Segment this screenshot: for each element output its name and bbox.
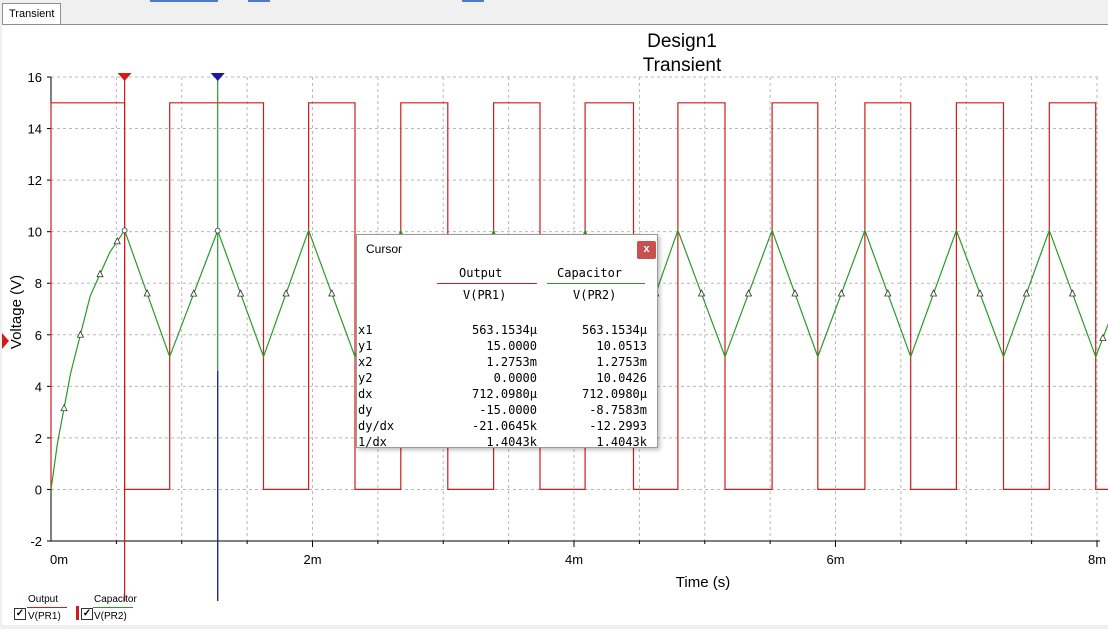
x-axis-label: Time (s) [676,574,730,591]
cursor-value-output: 0.0000 [493,371,537,385]
y-axis-label: Voltage (V) [8,275,25,349]
legend-checkbox-capacitor[interactable]: ✓ [81,608,93,620]
cursor-table: Output Capacitor V(PR1) V(PR2) x1 563.153… [357,235,657,449]
cursor-value-output: 15.0000 [486,339,537,353]
checkmark-icon: ✓ [82,608,92,619]
y-tick-label: 10 [28,225,42,240]
x-tick-label: 6m [826,552,844,567]
data-point-marker [282,289,290,297]
cursor-value-capacitor: -12.2993 [589,419,647,433]
tab-transient[interactable]: Transient [2,3,62,24]
cursor-row-label: x2 [358,355,373,369]
cursor-row-label: dy/dx [358,419,395,433]
cursor-value-output: -21.0645k [471,419,537,433]
data-point-marker [697,289,706,297]
data-point-marker [1068,289,1077,297]
column-header-capacitor: Capacitor [557,266,623,280]
y-tick-label: 14 [28,122,42,137]
cursor-value-capacitor: 1.4043k [596,435,647,449]
output-color-line [437,283,537,284]
legend-name-output: Output [28,594,59,605]
data-point-marker [236,289,245,297]
x-tick-label: 0m [50,552,68,567]
y-tick-label: 6 [35,328,42,343]
data-point-marker [1022,289,1031,297]
column-probe-output: V(PR1) [463,288,507,302]
chart-subtitle: Transient [643,55,722,76]
legend-name-capacitor: Capacitor [94,594,137,605]
data-point-marker [60,403,68,412]
data-point-marker [143,289,151,297]
cursor-point-marker [214,227,221,234]
cursor-value-capacitor: 10.0426 [596,371,647,385]
column-probe-capacitor: V(PR2) [573,288,617,302]
cursor-layer [117,73,225,601]
data-point-marker [884,289,892,297]
data-point-marker [837,289,846,297]
cursor-value-capacitor: 712.0980µ [581,387,647,401]
cursor-value-output: -15.0000 [479,403,537,417]
checkmark-icon: ✓ [15,608,25,619]
cursor-value-capacitor: -8.7583m [589,403,647,417]
y-tick-label: -2 [30,534,42,549]
cursor-row-label: y1 [358,339,373,353]
legend-checkbox-output[interactable]: ✓ [14,608,26,620]
data-point-marker [744,289,753,297]
data-point-marker [328,289,336,297]
tab-bar: Transient [0,0,1108,24]
chart-title: Design1 [647,31,717,52]
cursor-value-output: 563.1534µ [471,323,537,337]
legend: Output ✓ V(PR1) Capacitor ✓ V(PR2) [0,592,160,626]
y-tick-label: 4 [35,379,42,394]
toolbar-strip [150,0,218,2]
cursor-row-label: dx [358,387,373,401]
x-tick-label: 8m [1088,552,1106,567]
cursor-value-capacitor: 563.1534µ [581,323,647,337]
cursor-value-capacitor: 10.0513 [596,339,647,353]
legend-divider-marker [76,606,79,620]
cursor-point-marker [121,227,128,234]
capacitor-color-line [547,283,645,284]
legend-color-output [27,607,67,608]
data-point-marker [96,269,104,278]
data-point-marker [1099,333,1107,341]
cursor-row-label: y2 [358,371,373,385]
x-tick-label: 4m [565,552,583,567]
x-tick-label: 2m [303,552,321,567]
legend-color-capacitor [93,607,133,608]
toolbar-strip [248,0,270,2]
cursor-row-label: 1/dx [358,435,387,449]
legend-probe-output: V(PR1) [28,611,61,622]
y-tick-label: 2 [35,431,42,446]
cursor-row-label: x1 [358,323,373,337]
column-header-output: Output [459,266,503,280]
cursor-value-output: 1.4043k [486,435,537,449]
cursor-value-output: 712.0980µ [471,387,537,401]
legend-probe-capacitor: V(PR2) [94,611,127,622]
y-tick-label: 8 [35,276,42,291]
y-tick-label: 12 [28,173,42,188]
y-tick-label: 0 [35,482,42,497]
data-point-marker [791,289,799,297]
cursor-handle-icon[interactable] [210,73,225,81]
cursor-value-output: 1.2753m [486,355,537,369]
cursor-popup[interactable]: Cursor x Output Capacitor V(PR1) V(PR2) … [356,234,658,449]
data-point-marker [976,289,984,297]
y-tick-label: 16 [28,70,42,85]
cursor-value-capacitor: 1.2753m [596,355,647,369]
toolbar-strip [462,0,484,2]
cursor-row-label: dy [358,403,373,417]
data-point-marker [929,289,938,297]
data-point-marker [190,289,198,297]
